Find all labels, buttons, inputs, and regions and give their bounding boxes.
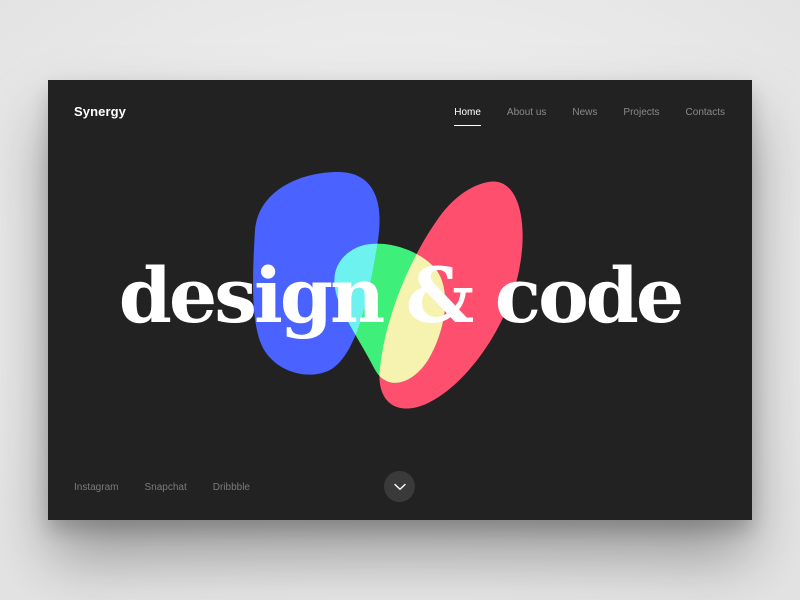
social-link-instagram[interactable]: Instagram bbox=[74, 482, 118, 493]
scroll-down-button[interactable] bbox=[384, 471, 415, 502]
social-links: Instagram Snapchat Dribbble bbox=[74, 482, 250, 493]
social-link-snapchat[interactable]: Snapchat bbox=[144, 482, 186, 493]
website-frame: Synergy Home About us News Projects Cont… bbox=[48, 80, 752, 520]
page-backdrop: Synergy Home About us News Projects Cont… bbox=[0, 0, 800, 600]
chevron-down-icon bbox=[393, 483, 406, 490]
social-link-dribbble[interactable]: Dribbble bbox=[213, 482, 250, 493]
hero-headline: design & code bbox=[118, 251, 685, 340]
